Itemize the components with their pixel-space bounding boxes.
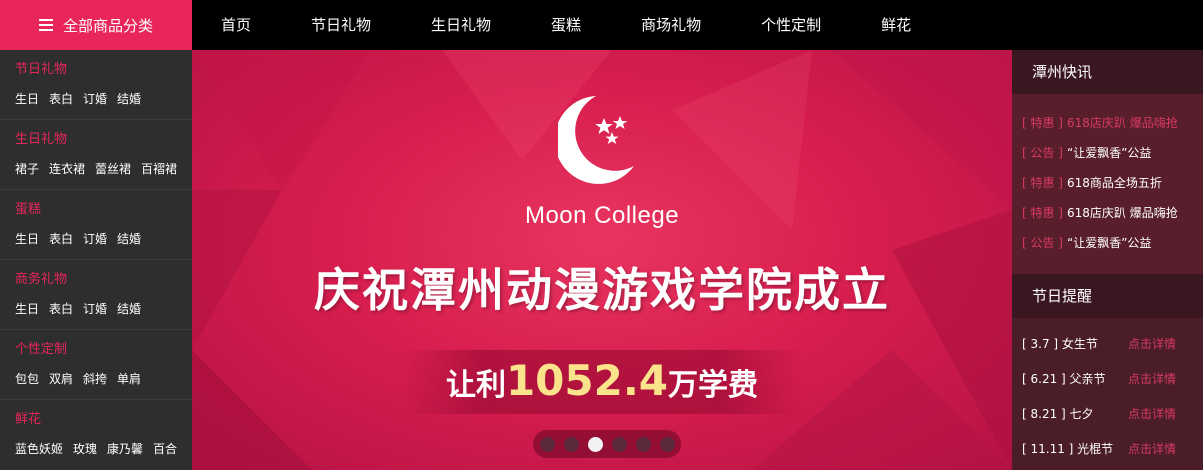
news-title: 潭州快讯 [1012,50,1203,94]
subtitle-prefix: 让利 [445,368,506,403]
category-group: 生日礼物 裙子 连衣裙 蕾丝裙 百褶裙 [0,120,192,190]
all-categories-label: 全部商品分类 [62,16,153,35]
category-link[interactable]: 双肩 [49,370,73,387]
festival-name: [ 3.7 ] 女生节 [1022,337,1098,351]
category-link[interactable]: 斜挎 [83,370,107,387]
hero-banner[interactable]: Moon College 庆祝潭州动漫游戏学院成立 让利1052.4万学费 [192,50,1012,470]
category-title[interactable]: 蛋糕 [15,198,192,222]
category-link[interactable]: 结婚 [117,300,141,317]
top-navigation-bar: 全部商品分类 首页 节日礼物 生日礼物 蛋糕 商场礼物 个性定制 鲜花 [0,0,1203,50]
category-link[interactable]: 蕾丝裙 [95,160,131,177]
category-link[interactable]: 订婚 [83,300,107,317]
festival-name: [ 11.11 ] 光棍节 [1022,442,1114,456]
category-title[interactable]: 商务礼物 [15,268,192,292]
news-list: [ 特惠 ] 618店庆趴 爆品嗨抢 [ 公告 ] “让爱飘香”公益 [ 特惠 … [1012,94,1203,274]
news-item[interactable]: [ 特惠 ] 618店庆趴 爆品嗨抢 [1012,197,1203,227]
festival-item: [ 6.21 ] 父亲节 点击详情 [1012,361,1203,396]
news-tag: [ 公告 ] [1022,145,1063,160]
category-link[interactable]: 表白 [49,300,73,317]
category-link[interactable]: 蓝色妖姬 [15,440,63,457]
news-tag: [ 公告 ] [1022,235,1063,250]
category-link[interactable]: 生日 [15,300,39,317]
festival-title: 节日提醒 [1012,274,1203,318]
carousel-dot[interactable] [563,436,579,452]
banner-headline: 庆祝潭州动漫游戏学院成立 [314,263,890,317]
festival-name: [ 6.21 ] 父亲节 [1022,372,1106,386]
category-group: 商务礼物 生日 表白 订婚 结婚 [0,260,192,330]
news-tag: [ 特惠 ] [1022,115,1063,130]
carousel-dot[interactable] [539,436,555,452]
carousel-indicators [533,430,681,458]
festival-item: [ 11.11 ] 光棍节 点击详情 [1012,431,1203,466]
news-tag: [ 特惠 ] [1022,175,1063,190]
banner-subtitle: 让利1052.4万学费 [192,356,1012,405]
college-name: Moon College [524,202,680,229]
nav-holiday-gifts[interactable]: 节日礼物 [281,0,401,50]
news-text: “让爱飘香”公益 [1067,235,1152,250]
festival-details-link[interactable]: 点击详情 [1128,335,1176,352]
nav-birthday-gifts[interactable]: 生日礼物 [401,0,521,50]
category-group: 蛋糕 生日 表白 订婚 结婚 [0,190,192,260]
festival-list: [ 3.7 ] 女生节 点击详情 [ 6.21 ] 父亲节 点击详情 [ 8.2… [1012,318,1203,466]
category-link[interactable]: 生日 [15,90,39,107]
category-link[interactable]: 表白 [49,230,73,247]
festival-details-link[interactable]: 点击详情 [1128,440,1176,457]
category-link[interactable]: 订婚 [83,90,107,107]
all-categories-button[interactable]: 全部商品分类 [0,0,192,50]
festival-details-link[interactable]: 点击详情 [1128,370,1176,387]
carousel-dot[interactable] [635,436,651,452]
news-text: “让爱飘香”公益 [1067,145,1152,160]
category-title[interactable]: 鲜花 [15,408,192,432]
news-item[interactable]: [ 特惠 ] 618商品全场五折 [1012,167,1203,197]
category-link[interactable]: 结婚 [117,230,141,247]
moon-logo-icon [558,96,634,184]
news-tag: [ 特惠 ] [1022,205,1063,220]
category-link[interactable]: 百褶裙 [141,160,177,177]
category-link[interactable]: 玫瑰 [73,440,97,457]
category-sidebar: 节日礼物 生日 表白 订婚 结婚 生日礼物 裙子 连衣裙 蕾丝裙 百褶裙 蛋糕 … [0,50,192,470]
nav-custom[interactable]: 个性定制 [731,0,851,50]
category-link[interactable]: 生日 [15,230,39,247]
category-group: 鲜花 蓝色妖姬 玫瑰 康乃馨 百合 [0,400,192,470]
news-item[interactable]: [ 公告 ] “让爱飘香”公益 [1012,137,1203,167]
nav-home[interactable]: 首页 [192,0,281,50]
category-group: 节日礼物 生日 表白 订婚 结婚 [0,50,192,120]
category-link[interactable]: 裙子 [15,160,39,177]
category-title[interactable]: 节日礼物 [15,58,192,82]
nav-flowers[interactable]: 鲜花 [851,0,941,50]
menu-icon [38,19,53,31]
news-item[interactable]: [ 公告 ] “让爱飘香”公益 [1012,227,1203,257]
news-text: 618商品全场五折 [1067,175,1162,190]
festival-details-link[interactable]: 点击详情 [1128,405,1176,422]
carousel-dot-active[interactable] [587,436,603,452]
category-link[interactable]: 康乃馨 [107,440,143,457]
tuition-amount: 1052.4 [505,356,669,405]
category-group: 个性定制 包包 双肩 斜挎 单肩 [0,330,192,400]
news-item[interactable]: [ 特惠 ] 618店庆趴 爆品嗨抢 [1012,107,1203,137]
category-link[interactable]: 表白 [49,90,73,107]
nav-mall-gifts[interactable]: 商场礼物 [611,0,731,50]
category-title[interactable]: 个性定制 [15,338,192,362]
category-link[interactable]: 订婚 [83,230,107,247]
festival-item: [ 3.7 ] 女生节 点击详情 [1012,326,1203,361]
category-link[interactable]: 包包 [15,370,39,387]
festival-name: [ 8.21 ] 七夕 [1022,407,1094,421]
festival-item: [ 8.21 ] 七夕 点击详情 [1012,396,1203,431]
info-sidebar: 潭州快讯 [ 特惠 ] 618店庆趴 爆品嗨抢 [ 公告 ] “让爱飘香”公益 … [1012,50,1203,470]
category-link[interactable]: 结婚 [117,90,141,107]
category-title[interactable]: 生日礼物 [15,128,192,152]
subtitle-suffix: 万学费 [668,368,759,403]
category-link[interactable]: 百合 [153,440,177,457]
nav-cakes[interactable]: 蛋糕 [521,0,611,50]
main-nav: 首页 节日礼物 生日礼物 蛋糕 商场礼物 个性定制 鲜花 [192,0,941,50]
carousel-dot[interactable] [659,436,675,452]
news-text: 618店庆趴 爆品嗨抢 [1067,205,1178,220]
category-link[interactable]: 连衣裙 [49,160,85,177]
carousel-dot[interactable] [611,436,627,452]
category-link[interactable]: 单肩 [117,370,141,387]
news-text: 618店庆趴 爆品嗨抢 [1067,115,1178,130]
